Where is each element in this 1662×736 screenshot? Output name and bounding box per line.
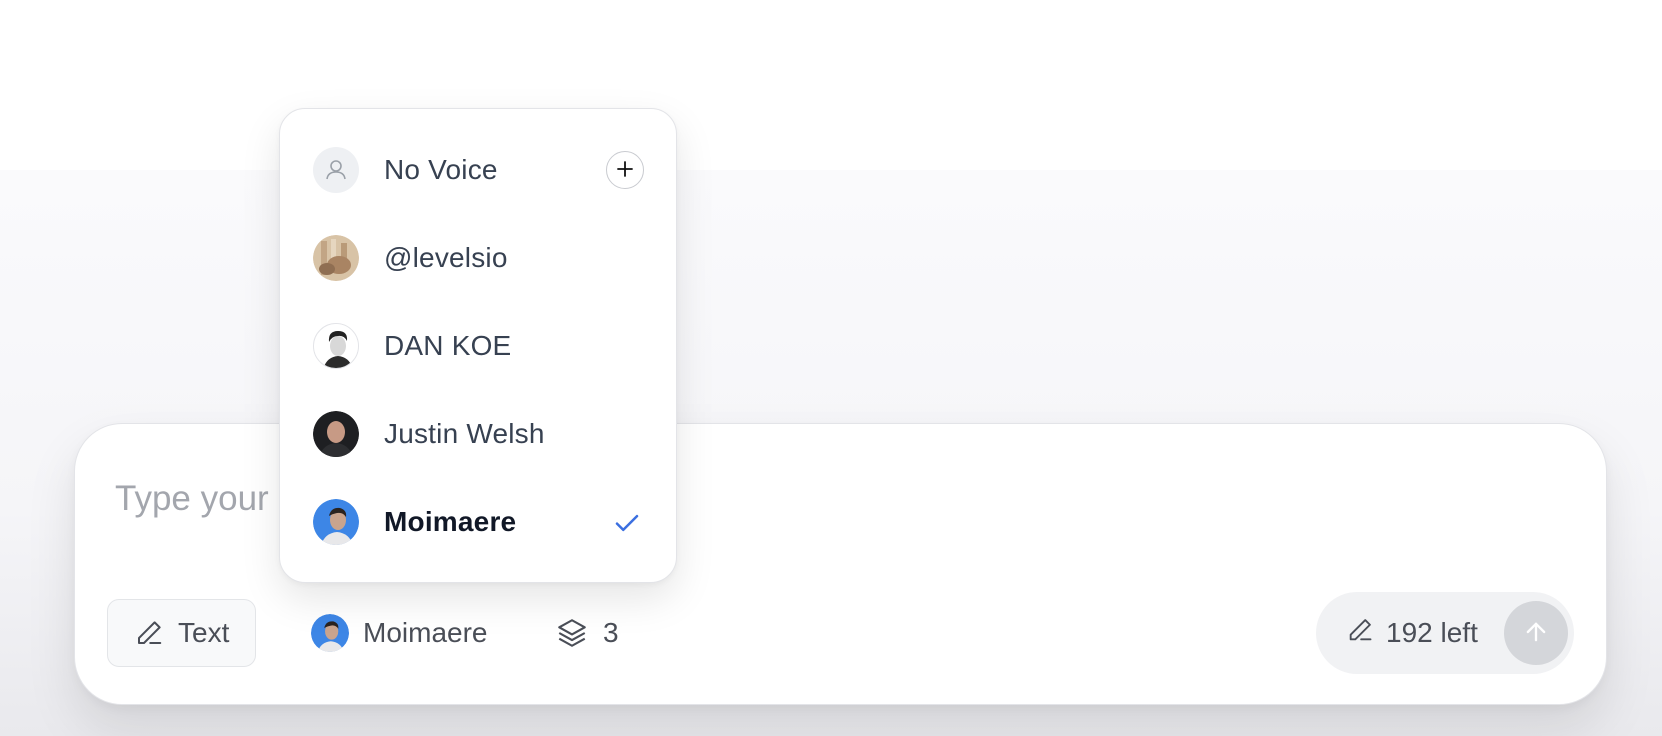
character-counter: 192 left: [1316, 592, 1574, 674]
send-button[interactable]: [1504, 601, 1568, 665]
moimaere-avatar: [311, 614, 349, 652]
pencil-icon: [134, 618, 164, 648]
voice-option-label: Moimaere: [384, 506, 517, 537]
arrow-up-icon: [1522, 618, 1550, 649]
plus-icon: [615, 159, 635, 182]
levelsio-avatar: [313, 235, 359, 281]
person-icon: [313, 147, 359, 193]
voice-dropdown-menu: No Voice @levelsio DAN KOE Justin Welsh …: [279, 108, 677, 583]
voice-option-dan-koe[interactable]: DAN KOE: [280, 302, 676, 390]
voice-option-levelsio[interactable]: @levelsio: [280, 214, 676, 302]
voice-selector-label: Moimaere: [363, 617, 488, 648]
moimaere-avatar: [313, 499, 359, 545]
justin-welsh-avatar: [313, 411, 359, 457]
counter-label: 192 left: [1386, 617, 1478, 648]
mode-label: Text: [178, 617, 230, 648]
voice-option-no-voice[interactable]: No Voice: [280, 126, 676, 214]
check-icon: [612, 508, 642, 543]
voice-option-label: Justin Welsh: [384, 418, 545, 449]
voice-option-justin-welsh[interactable]: Justin Welsh: [280, 390, 676, 478]
voice-option-moimaere[interactable]: Moimaere: [280, 478, 676, 566]
layers-icon: [555, 616, 589, 650]
pencil-icon: [1346, 616, 1374, 651]
voice-selector-button[interactable]: Moimaere: [301, 599, 497, 667]
voice-option-label: No Voice: [384, 154, 498, 185]
dan-koe-avatar: [313, 323, 359, 369]
voice-option-label: @levelsio: [384, 242, 508, 273]
add-voice-button[interactable]: [606, 151, 644, 189]
page-background-top: [0, 0, 1662, 170]
voice-option-label: DAN KOE: [384, 330, 512, 361]
layers-count: 3: [603, 617, 619, 648]
mode-text-button[interactable]: Text: [107, 599, 257, 667]
layers-button[interactable]: 3: [545, 599, 629, 667]
